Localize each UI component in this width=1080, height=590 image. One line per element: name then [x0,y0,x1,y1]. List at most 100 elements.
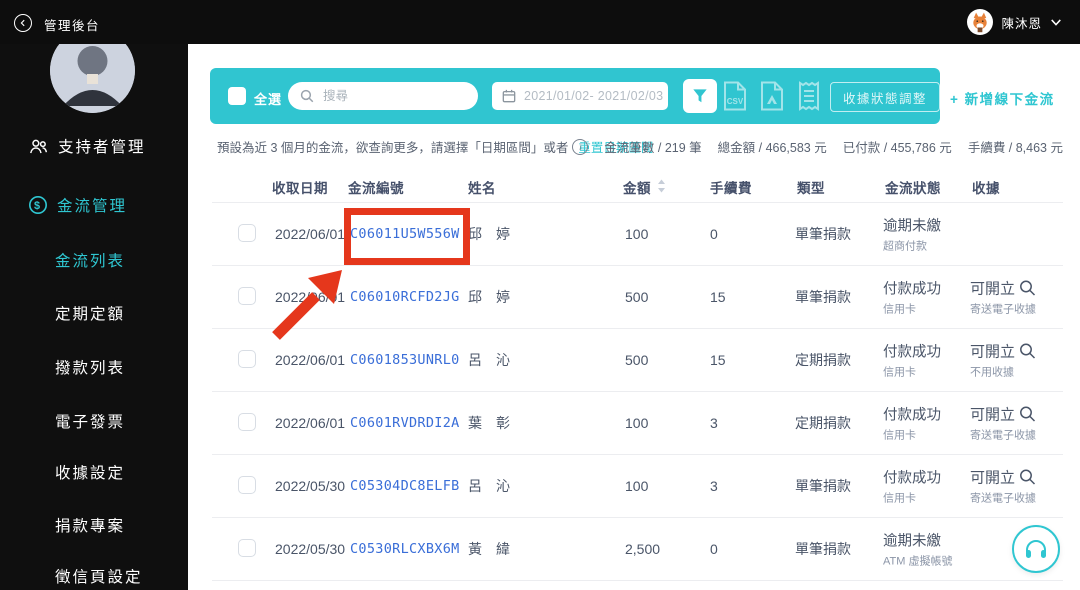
sidebar-item-4[interactable]: 撥款列表 [55,356,125,378]
status-text: 付款成功 [883,344,941,360]
table-row: 2022/06/01 C06011U5W556W 邱婷 100 0 單筆捐款 逾期未繳 超商付… [212,202,1063,266]
cell-fee: 3 [710,477,718,494]
column-header: 金流狀態 [885,181,941,196]
search-box[interactable] [288,82,478,110]
sidebar-item-6[interactable]: 收據設定 [55,461,125,483]
sidebar-item-3[interactable]: 定期定額 [55,302,125,324]
cell-fee: 15 [710,351,726,368]
sidebar-item-7[interactable]: 捐款專案 [55,514,125,536]
status-method: 超商付款 [883,240,927,252]
status-method: 信用卡 [883,429,916,441]
table-row: 2022/06/01 C0601853UNRL0 呂沁 500 15 定期捐款 付款成功 信用… [212,328,1063,392]
magnifier-icon[interactable] [1019,342,1036,359]
table-row: 2022/05/30 C0530RLCXBX6M 黃緯 2,500 0 單筆捐款 逾期未繳 A… [212,517,1063,581]
cell-date: 2022/06/01 [275,288,346,305]
cell-fee: 15 [710,288,726,305]
cell-fee: 0 [710,225,718,242]
search-icon [300,89,314,103]
status-text: 逾期未繳 [883,533,941,549]
headset-icon [1026,540,1046,558]
add-offline-payment-button[interactable]: + 新增線下金流 [950,88,1055,108]
support-button[interactable] [1012,525,1060,573]
sidebar-item-label: 定期定額 [55,306,126,323]
row-checkbox[interactable] [238,287,256,305]
magnifier-icon[interactable] [1019,405,1036,422]
cell-receipt[interactable]: 可開立 不用收據 [970,340,1036,379]
column-header: 金流編號 [348,181,404,196]
stat-item: 已付款 / 455,786 元 [842,141,952,155]
sidebar-item-label: 金流管理 [57,198,128,215]
sidebar-item-label: 捐款專案 [55,518,126,535]
cell-amount: 100 [625,414,649,431]
receipt-status-adjust-button[interactable]: 收據狀態調整 [830,82,940,112]
svg-text:CSV: CSV [727,97,744,106]
admin-backend-app: 管理後台 陳沐恩 支持者管理 $ 金流管理 金流列表 定期定額 撥款列表 電子發… [0,0,1080,590]
cell-receipt[interactable]: 可開立 寄送電子收據 [970,277,1036,316]
status-method: 信用卡 [883,366,916,378]
cell-amount: 2,500 [625,540,661,557]
select-all-checkbox[interactable] [228,87,246,105]
date-range-field[interactable]: 2021/01/02- 2021/02/03 [492,82,668,110]
sidebar: 支持者管理 $ 金流管理金流列表定期定額撥款列表電子發票收據設定捐款專案徵信頁設定 [0,28,188,590]
toolbar: 全選 2021/01/02- 2021/02/03 CSV 收據狀態調整 [210,68,940,124]
cell-payment-id-link[interactable]: C06011U5W556W [350,226,460,242]
back-button[interactable] [14,14,32,32]
cell-receipt[interactable]: 可開立 寄送電子收據 [970,403,1036,442]
column-header: 類型 [797,181,825,196]
magnifier-icon[interactable] [1019,279,1036,296]
status-text: 逾期未繳 [883,218,941,234]
cell-surname: 黃 [468,540,482,557]
cell-payment-id-link[interactable]: C0530RLCXBX6M [350,541,460,557]
cell-payment-id-link[interactable]: C05304DC8ELFB [350,478,460,494]
cell-amount: 100 [625,225,649,242]
cell-given-name: 沁 [496,477,510,494]
row-checkbox[interactable] [238,350,256,368]
cell-payment-id-link[interactable]: C06010RCFD2JG [350,289,460,305]
row-checkbox[interactable] [238,224,256,242]
cell-type: 定期捐款 [795,351,851,368]
date-range-value: 2021/01/02- 2021/02/03 [524,89,664,103]
receipt-text: 可開立 [970,406,1016,423]
row-checkbox[interactable] [238,539,256,557]
user-name: 陳沐恩 [1001,16,1042,31]
column-header[interactable]: 金額 [623,177,651,197]
magnifier-icon[interactable] [1019,468,1036,485]
cell-status: 逾期未繳 ATM 虛擬帳號 [883,529,952,568]
sidebar-item-label: 徵信頁設定 [55,569,143,586]
cell-receipt[interactable]: 可開立 寄送電子收據 [970,466,1036,505]
cell-type: 單筆捐款 [795,540,851,557]
receipt-list-icon[interactable] [796,81,822,116]
sidebar-item-0[interactable]: 支持者管理 [28,135,146,157]
row-checkbox[interactable] [238,476,256,494]
pdf-export-icon[interactable] [759,81,785,116]
cell-fee: 0 [710,540,718,557]
cell-payment-id-link[interactable]: C0601853UNRL0 [350,352,460,368]
cell-payment-id-link[interactable]: C0601RVDRDI2A [350,415,460,431]
receipt-text: 可開立 [970,280,1016,297]
csv-export-icon[interactable]: CSV [722,81,748,116]
user-menu[interactable]: 陳沐恩 [967,8,1062,36]
filter-button[interactable] [683,79,717,113]
status-text: 付款成功 [883,281,941,297]
sort-icon[interactable] [657,179,666,198]
sidebar-item-2[interactable]: 金流列表 [55,249,125,271]
row-checkbox[interactable] [238,413,256,431]
cell-surname: 葉 [468,414,482,431]
cell-given-name: 彰 [496,414,510,431]
column-header: 收據 [972,181,1000,196]
cell-status: 付款成功 信用卡 [883,403,941,442]
select-all-label: 全選 [254,92,283,107]
search-input[interactable] [321,88,465,104]
column-header: 手續費 [710,181,752,196]
cell-status: 付款成功 信用卡 [883,340,941,379]
table-row: 2022/05/30 C05304DC8ELFB 呂沁 100 3 單筆捐款 付款成功 信用卡… [212,454,1063,518]
stat-item: 手續費 / 8,463 元 [967,141,1063,155]
sidebar-item-5[interactable]: 電子發票 [55,410,125,432]
cell-type: 單筆捐款 [795,225,851,242]
table-row: 2022/06/01 C0601RVDRDI2A 葉彰 100 3 定期捐款 付款成功 信用卡… [212,391,1063,455]
sidebar-item-1[interactable]: $ 金流管理 [28,194,127,216]
sidebar-item-label: 收據設定 [55,465,126,482]
sidebar-item-8[interactable]: 徵信頁設定 [55,565,143,587]
info-icon: i [572,138,589,155]
chevron-down-icon [1051,18,1061,26]
